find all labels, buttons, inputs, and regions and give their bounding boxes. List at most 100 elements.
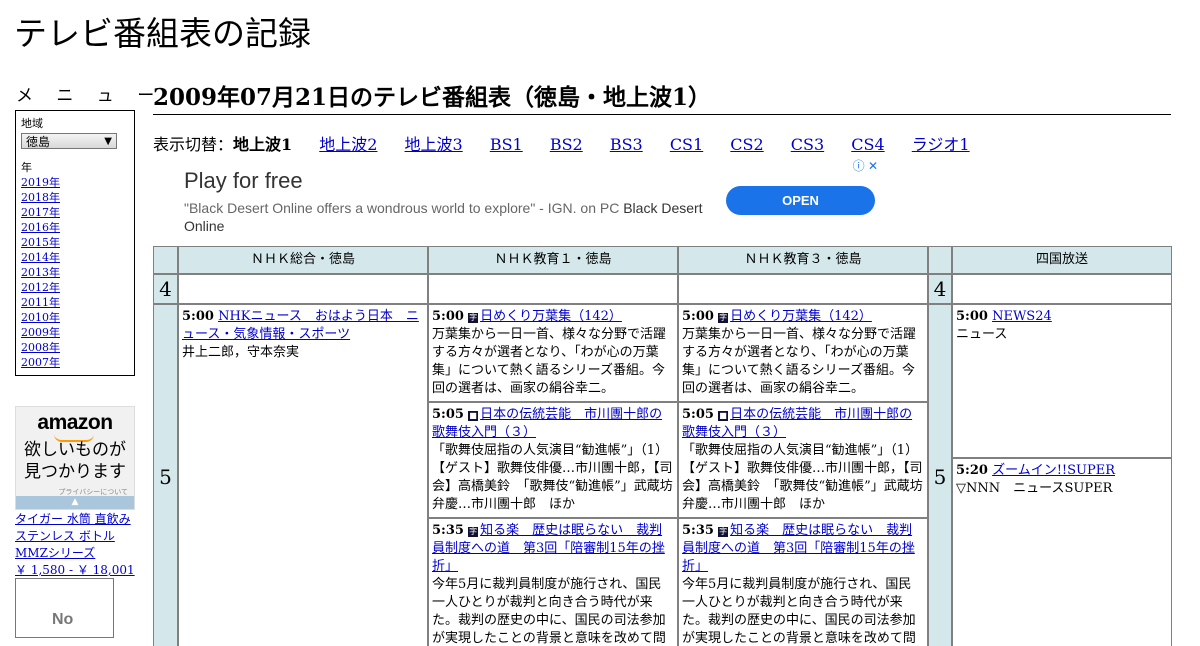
year-link[interactable]: 2011年 xyxy=(21,296,60,309)
year-link[interactable]: 2014年 xyxy=(21,251,60,264)
region-select[interactable]: 徳島 ▼ xyxy=(21,133,117,149)
region-select-value: 徳島 xyxy=(26,135,51,149)
program-cell: 5:00 NEWS24 ニュース xyxy=(953,305,1171,457)
program-description: ニュース xyxy=(956,327,1008,342)
corner-cell xyxy=(154,247,177,273)
switcher-link[interactable]: CS3 xyxy=(791,135,824,154)
subtitle-icon: 字 xyxy=(718,313,729,323)
amazon-ad-copy: 欲しいものが 見つかります xyxy=(16,439,134,483)
switcher-link[interactable]: CS2 xyxy=(730,135,763,154)
program-description: ▽NNN ニュースSUPER xyxy=(956,481,1113,496)
ad-desc-text: "Black Desert Online offers a wondrous w… xyxy=(184,200,620,216)
program-time: 5:00 xyxy=(432,309,464,324)
program-title-link[interactable]: 日本の伝統芸能 市川團十郎の歌舞伎入門（３） xyxy=(682,407,912,440)
year-link[interactable]: 2018年 xyxy=(21,191,60,204)
amazon-ad-banner[interactable]: amazon 欲しいものが 見つかります プライバシーについて ▲ xyxy=(15,406,135,510)
channel-header: ＮＨＫ教育３・徳島 xyxy=(679,247,927,273)
program-title-link[interactable]: 日本の伝統芸能 市川團十郎の歌舞伎入門（３） xyxy=(432,407,662,440)
switcher-link[interactable]: BS1 xyxy=(490,135,523,154)
year-link[interactable]: 2012年 xyxy=(21,281,60,294)
program-time: 5:00 xyxy=(182,309,214,324)
year-link[interactable]: 2013年 xyxy=(21,266,60,279)
empty-slot xyxy=(679,275,927,303)
product-price[interactable]: ￥ 1,580 - ￥ 18,001 xyxy=(15,563,135,577)
year-link[interactable]: 2016年 xyxy=(21,221,60,234)
program-cell: 5:20 ズームイン!!SUPER ▽NNN ニュースSUPER xyxy=(953,459,1171,646)
program-time: 5:00 xyxy=(956,309,988,324)
program-description: 万葉集から一日一首、様々な分野で活躍する方々が選者となり、「わが心の万葉集」につ… xyxy=(682,327,917,396)
program-time: 5:05 xyxy=(432,407,464,422)
menu-box: 地域 徳島 ▼ 年 2019年 2018年 2017年 2016年 2015年 … xyxy=(15,110,135,376)
subtitle-icon: 字 xyxy=(718,527,729,537)
subtitle-icon: 字 xyxy=(468,313,479,323)
program-cell: 5:00 NHKニュース おはよう日本 ニュース・気象情報・スポーツ 井上二郎，… xyxy=(179,305,427,646)
empty-slot xyxy=(179,275,427,303)
switcher-link[interactable]: 地上波3 xyxy=(405,135,463,154)
hour-label: 5 xyxy=(154,305,177,646)
year-link[interactable]: 2009年 xyxy=(21,326,60,339)
page-title: 2009年07月21日のテレビ番組表（徳島・地上波1） xyxy=(153,84,1171,115)
program-cell: 5:05 ■ 日本の伝統芸能 市川團十郎の歌舞伎入門（３） 「歌舞伎屈指の人気演目… xyxy=(679,403,927,517)
display-ad[interactable]: ⓘ ✕ Play for free "Black Desert Online o… xyxy=(153,155,880,244)
year-link[interactable]: 2017年 xyxy=(21,206,60,219)
program-description: 今年5月に裁判員制度が施行され、国民一人ひとりが裁判と向き合う時代が来た。裁判の… xyxy=(682,577,916,646)
year-label: 年 xyxy=(21,161,32,174)
chevron-down-icon: ▼ xyxy=(104,136,112,147)
adchoices-icon[interactable]: ⓘ ✕ xyxy=(853,157,878,174)
chevron-up-icon[interactable]: ▲ xyxy=(16,496,134,509)
program-time: 5:20 xyxy=(956,463,988,478)
amazon-copy-line: 見つかります xyxy=(24,462,126,481)
program-description: 「歌舞伎屈指の人気演目“勧進帳”」（1）【ゲスト】歌舞伎俳優…市川團十郎，【司会… xyxy=(432,443,673,512)
program-title-link[interactable]: 知る楽 歴史は眠らない 裁判員制度への道 第3回「陪審制15年の挫折」 xyxy=(682,523,915,574)
program-time: 5:00 xyxy=(682,309,714,324)
program-cell: 5:05 ■ 日本の伝統芸能 市川團十郎の歌舞伎入門（３） 「歌舞伎屈指の人気演目… xyxy=(429,403,677,517)
data-broadcast-icon: ■ xyxy=(468,411,479,421)
channel-header: 四国放送 xyxy=(953,247,1171,273)
empty-slot xyxy=(429,275,677,303)
switcher-link[interactable]: CS1 xyxy=(670,135,703,154)
program-time: 5:35 xyxy=(682,523,714,538)
year-link[interactable]: 2010年 xyxy=(21,311,60,324)
data-broadcast-icon: ■ xyxy=(718,411,729,421)
hour-label: 5 xyxy=(929,305,951,646)
channel-header: ＮＨＫ総合・徳島 xyxy=(179,247,427,273)
program-description: 井上二郎，守本奈実 xyxy=(182,345,300,360)
channel-switcher: 表示切替：地上波1 地上波2 地上波3 BS1 BS2 BS3 CS1 CS2 … xyxy=(153,135,992,155)
channel-header: ＮＨＫ教育１・徳島 xyxy=(429,247,677,273)
program-time: 5:35 xyxy=(432,523,464,538)
switcher-link[interactable]: BS2 xyxy=(550,135,583,154)
ad-title[interactable]: Play for free xyxy=(184,167,303,195)
switcher-link[interactable]: CS4 xyxy=(851,135,884,154)
product-image-placeholder[interactable]: No xyxy=(15,578,114,638)
year-link[interactable]: 2019年 xyxy=(21,176,60,189)
program-cell: 5:00 字日めくり万葉集（142） 万葉集から一日一首、様々な分野で活躍する方… xyxy=(679,305,927,401)
switcher-link[interactable]: ラジオ1 xyxy=(912,135,970,154)
amazon-copy-line: 欲しいものが xyxy=(24,440,126,459)
site-title: テレビ番組表の記録 xyxy=(14,14,311,53)
program-cell: 5:35 字知る楽 歴史は眠らない 裁判員制度への道 第3回「陪審制15年の挫折… xyxy=(679,519,927,646)
year-link[interactable]: 2015年 xyxy=(21,236,60,249)
switcher-current: 地上波1 xyxy=(233,135,293,154)
year-link[interactable]: 2007年 xyxy=(21,356,60,369)
amazon-logo: amazon xyxy=(37,411,113,434)
program-title-link[interactable]: ズームイン!!SUPER xyxy=(992,463,1115,478)
year-link[interactable]: 2008年 xyxy=(21,341,60,354)
hour-label: 4 xyxy=(154,275,177,303)
program-title-link[interactable]: 知る楽 歴史は眠らない 裁判員制度への道 第3回「陪審制15年の挫折」 xyxy=(432,523,665,574)
menu-heading: メ ニ ュ ー xyxy=(16,86,164,106)
switcher-link[interactable]: BS3 xyxy=(610,135,643,154)
subtitle-icon: 字 xyxy=(468,527,479,537)
program-cell: 5:00 字日めくり万葉集（142） 万葉集から一日一首、様々な分野で活躍する方… xyxy=(429,305,677,401)
program-description: 「歌舞伎屈指の人気演目“勧進帳”」（1）【ゲスト】歌舞伎俳優…市川團十郎，【司会… xyxy=(682,443,923,512)
ad-open-button[interactable]: OPEN xyxy=(726,186,875,215)
program-title-link[interactable]: 日めくり万葉集（142） xyxy=(480,309,622,324)
program-title-link[interactable]: NEWS24 xyxy=(992,309,1052,324)
switcher-link[interactable]: 地上波2 xyxy=(319,135,377,154)
schedule-grid: ＮＨＫ総合・徳島 ＮＨＫ教育１・徳島 ＮＨＫ教育３・徳島 四国放送 4 4 5 … xyxy=(153,246,1172,646)
product-link[interactable]: タイガー 水筒 直飲み ステンレス ボトル MMZシリーズ xyxy=(15,512,131,560)
program-cell: 5:35 字知る楽 歴史は眠らない 裁判員制度への道 第3回「陪審制15年の挫折… xyxy=(429,519,677,646)
program-title-link[interactable]: NHKニュース おはよう日本 ニュース・気象情報・スポーツ xyxy=(182,309,419,342)
program-description: 万葉集から一日一首、様々な分野で活躍する方々が選者となり、「わが心の万葉集」につ… xyxy=(432,327,667,396)
year-list: 2019年 2018年 2017年 2016年 2015年 2014年 2013… xyxy=(21,175,60,370)
program-title-link[interactable]: 日めくり万葉集（142） xyxy=(730,309,872,324)
